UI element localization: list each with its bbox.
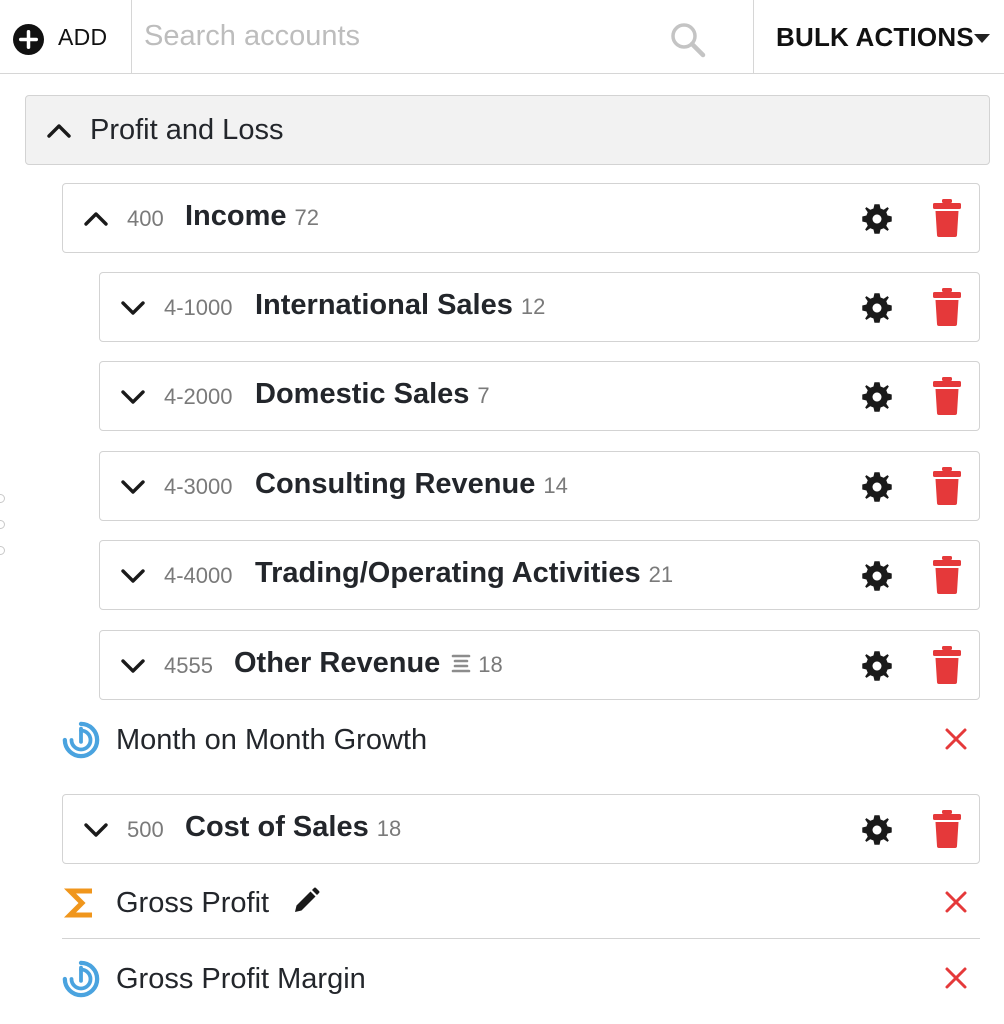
gear-icon[interactable] (861, 203, 893, 235)
account-name: Consulting Revenue 14 (255, 468, 568, 501)
account-row-other-revenue: 4555 Other Revenue 18 (99, 630, 980, 700)
account-name-text: Consulting Revenue (255, 468, 536, 500)
account-name-text: Cost of Sales (185, 811, 369, 843)
account-code: 4-2000 (164, 384, 233, 409)
toolbar: ADD BULK ACTIONS (0, 0, 1004, 74)
account-row-consulting-revenue: 4-3000 Consulting Revenue 14 (99, 451, 980, 521)
gear-icon[interactable] (861, 650, 893, 682)
account-name: Trading/Operating Activities 21 (255, 557, 673, 590)
chevron-down-icon[interactable] (120, 474, 146, 500)
account-row-domestic-sales: 4-2000 Domestic Sales 7 (99, 361, 980, 431)
account-count: 18 (376, 816, 402, 841)
trash-icon[interactable] (933, 810, 961, 848)
chevron-up-icon[interactable] (83, 206, 109, 232)
account-row-cost-of-sales: 500 Cost of Sales 18 (62, 794, 980, 864)
account-name: Other Revenue 18 (234, 647, 503, 680)
bulk-actions-dropdown[interactable]: BULK ACTIONS (753, 0, 1004, 74)
caret-down-icon (974, 34, 990, 43)
account-row-international-sales: 4-1000 International Sales 12 (99, 272, 980, 342)
account-code: 4-1000 (164, 295, 233, 320)
trash-icon[interactable] (933, 199, 961, 237)
chevron-down-icon[interactable] (120, 384, 146, 410)
chevron-down-icon[interactable] (120, 563, 146, 589)
pencil-icon[interactable] (291, 886, 321, 916)
search-icon[interactable] (668, 20, 708, 60)
trash-icon[interactable] (933, 377, 961, 415)
account-name: International Sales 12 (255, 289, 545, 322)
trash-icon[interactable] (933, 556, 961, 594)
formula-row-gross-profit-margin: Gross Profit Margin (62, 942, 980, 1012)
account-count: 21 (648, 562, 674, 587)
account-name-text: Other Revenue (234, 647, 441, 679)
account-count: 12 (520, 294, 546, 319)
gear-icon[interactable] (861, 471, 893, 503)
section-title: Profit and Loss (90, 114, 284, 146)
search-input[interactable] (132, 0, 692, 72)
add-button[interactable]: ADD (0, 0, 132, 74)
formula-name: Gross Profit Margin (116, 963, 366, 995)
account-count: 72 (294, 205, 320, 230)
growth-gauge-icon (62, 721, 100, 759)
gear-icon[interactable] (861, 560, 893, 592)
trash-icon[interactable] (933, 467, 961, 505)
account-code: 400 (127, 206, 164, 231)
document-lines-icon (451, 655, 471, 673)
account-row-trading-operating-activities: 4-4000 Trading/Operating Activities 21 (99, 540, 980, 610)
section-profit-and-loss[interactable]: Profit and Loss (25, 95, 990, 165)
gear-icon[interactable] (861, 814, 893, 846)
close-icon[interactable] (944, 966, 968, 990)
chevron-down-icon[interactable] (83, 817, 109, 843)
account-code: 4-3000 (164, 474, 233, 499)
trash-icon[interactable] (933, 646, 961, 684)
account-name-text: Trading/Operating Activities (255, 557, 641, 589)
chevron-down-icon[interactable] (120, 295, 146, 321)
formula-row-month-on-month-growth: Month on Month Growth (62, 703, 980, 773)
account-code: 500 (127, 817, 164, 842)
account-row-income: 400 Income 72 (62, 183, 980, 253)
gear-icon[interactable] (861, 381, 893, 413)
account-code: 4-4000 (164, 563, 233, 588)
account-name: Cost of Sales 18 (185, 811, 401, 844)
add-label: ADD (58, 24, 108, 50)
account-name-text: International Sales (255, 289, 513, 321)
bulk-actions-label: BULK ACTIONS (776, 22, 974, 52)
close-icon[interactable] (944, 727, 968, 751)
account-count: 14 (543, 473, 568, 498)
formula-row-gross-profit: Gross Profit (62, 866, 980, 936)
chevron-down-icon[interactable] (120, 653, 146, 679)
search-box (132, 0, 753, 74)
growth-gauge-icon (62, 960, 100, 998)
account-code: 4555 (164, 653, 213, 678)
account-name-text: Income (185, 200, 287, 232)
divider (62, 938, 980, 939)
account-name-text: Domestic Sales (255, 378, 470, 410)
close-icon[interactable] (944, 890, 968, 914)
sigma-icon (63, 888, 92, 918)
trash-icon[interactable] (933, 288, 961, 326)
formula-name: Gross Profit (116, 887, 321, 920)
account-count: 18 (478, 652, 503, 677)
formula-name-text: Gross Profit (116, 887, 270, 919)
chevron-up-icon[interactable] (46, 118, 72, 144)
account-name: Domestic Sales 7 (255, 378, 490, 411)
gear-icon[interactable] (861, 292, 893, 324)
account-name: Income 72 (185, 200, 319, 233)
formula-name: Month on Month Growth (116, 724, 428, 756)
plus-circle-icon (13, 24, 44, 55)
account-count: 7 (477, 383, 490, 408)
